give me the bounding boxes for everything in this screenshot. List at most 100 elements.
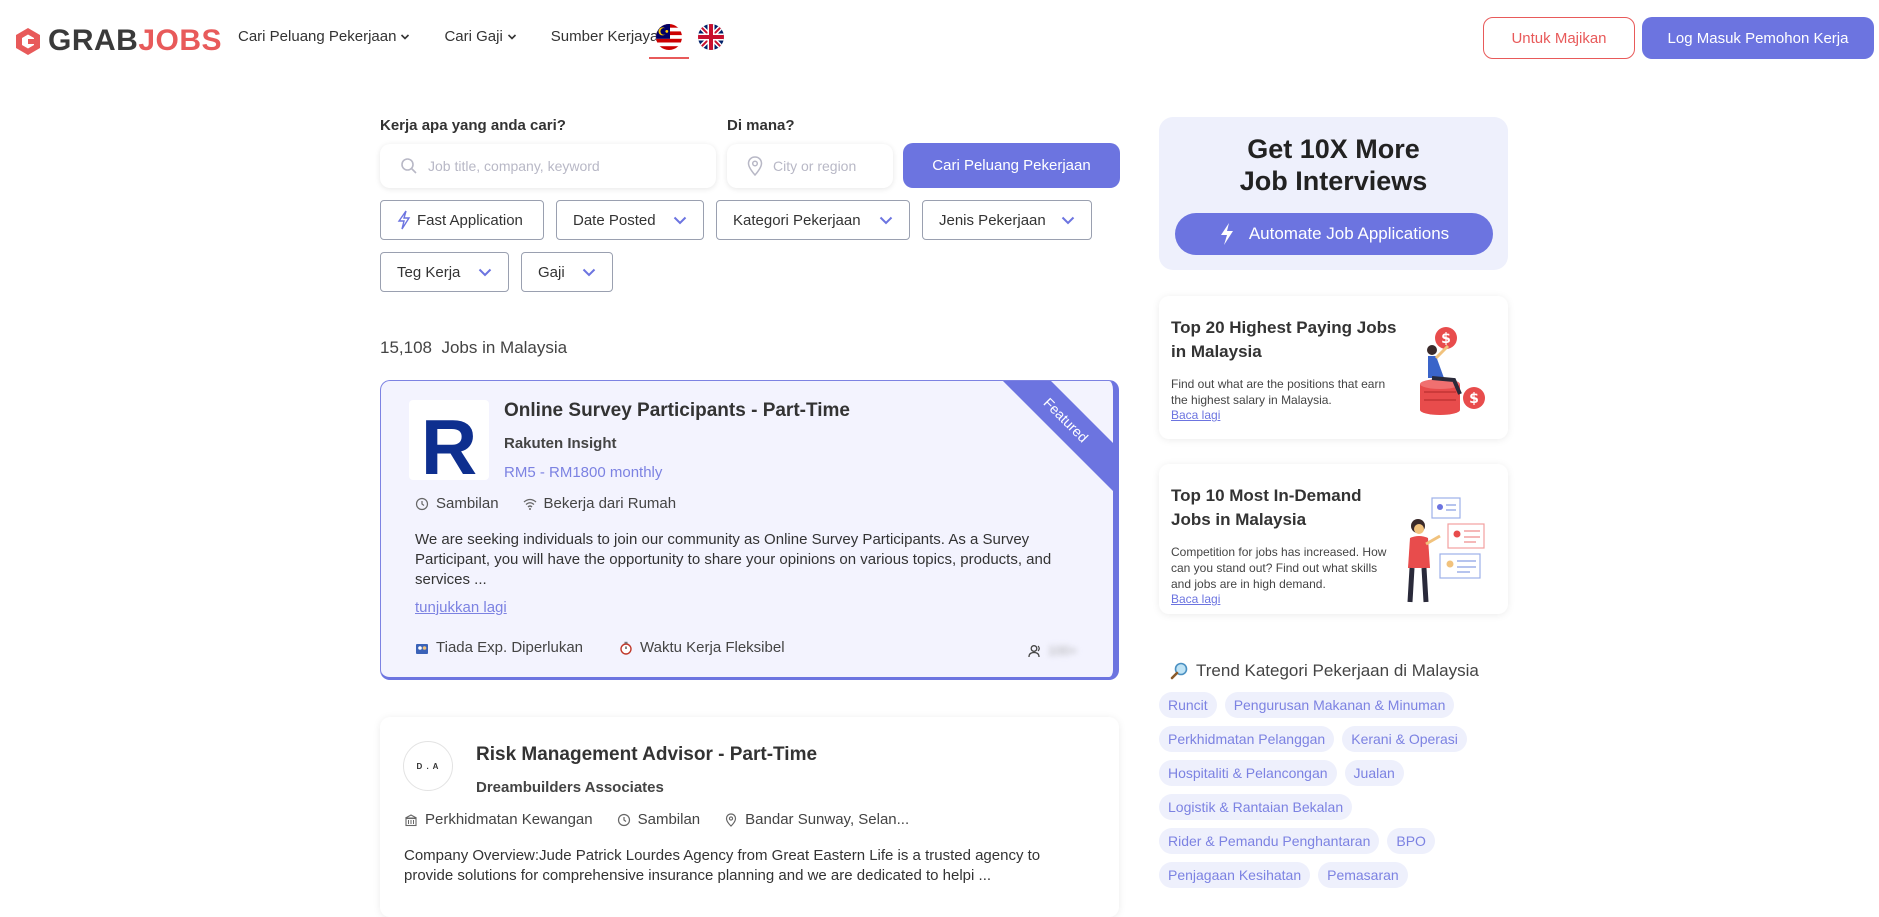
- people-icon: [416, 643, 428, 654]
- job-title[interactable]: Online Survey Participants - Part-Time: [504, 400, 850, 422]
- logo-text-jobs: JOBS: [138, 24, 223, 57]
- read-more-link[interactable]: Baca lagi: [1171, 592, 1220, 606]
- tag-hospitality-tourism[interactable]: Hospitaliti & Pelancongan: [1159, 760, 1337, 786]
- nav-career-resources-label: Sumber Kerjaya: [550, 28, 659, 45]
- tag-clerical-operations[interactable]: Kerani & Operasi: [1342, 726, 1467, 752]
- logo-text-grab: GRAB: [48, 24, 139, 57]
- clock-icon: [415, 497, 429, 510]
- perk-flexible-hours-text: Waktu Kerja Fleksibel: [640, 639, 785, 656]
- company-name[interactable]: Dreambuilders Associates: [476, 779, 664, 796]
- perk-flexible-hours: Waktu Kerja Fleksibel: [619, 639, 785, 656]
- grabjobs-logo-icon: [16, 28, 40, 55]
- malaysia-flag-icon[interactable]: [656, 24, 682, 50]
- user-icon: [1028, 644, 1040, 657]
- article-description: Find out what are the positions that ear…: [1171, 377, 1386, 407]
- location-pin-icon: [747, 156, 763, 176]
- job-title[interactable]: Risk Management Advisor - Part-Time: [476, 744, 817, 766]
- applicant-count-text: 100+: [1048, 643, 1078, 658]
- fast-application-filter[interactable]: Fast Application: [380, 200, 544, 240]
- keyword-search-input[interactable]: Job title, company, keyword: [380, 144, 716, 188]
- tag-logistics-supply-chain[interactable]: Logistik & Rantaian Bekalan: [1159, 794, 1353, 820]
- company-name[interactable]: Rakuten Insight: [504, 435, 617, 452]
- job-type-text: Sambilan: [436, 495, 499, 512]
- automate-promo: Get 10X More Job Interviews Automate Job…: [1159, 117, 1508, 270]
- tag-retail[interactable]: Runcit: [1159, 692, 1217, 718]
- chevron-down-icon: [673, 216, 687, 224]
- results-count-number: 15,108: [380, 338, 432, 357]
- chevron-down-icon: [478, 268, 492, 276]
- company-logo-letter: R: [420, 402, 478, 481]
- trending-categories-title: Trend Kategori Pekerjaan di Malaysia: [1170, 661, 1479, 681]
- job-profiles-illustration-icon: [1407, 497, 1485, 603]
- tag-rider-delivery-driver[interactable]: Rider & Pemandu Penghantaran: [1159, 828, 1380, 854]
- job-type: Sambilan: [415, 495, 499, 512]
- job-perks: Tiada Exp. Diperlukan Waktu Kerja Fleksi…: [415, 639, 785, 656]
- article-title[interactable]: Top 10 Most In-Demand Jobs in Malaysia: [1171, 484, 1401, 532]
- nav-career-resources[interactable]: Sumber Kerjaya: [551, 28, 673, 45]
- job-location: Bandar Sunway, Selan...: [724, 811, 909, 828]
- nav-find-salary[interactable]: Cari Gaji: [444, 28, 516, 45]
- job-tags-filter[interactable]: Teg Kerja: [380, 252, 509, 292]
- automate-applications-label: Automate Job Applications: [1248, 224, 1450, 243]
- language-switcher: [656, 24, 724, 50]
- tag-customer-service[interactable]: Perkhidmatan Pelanggan: [1159, 726, 1335, 752]
- location-search-input[interactable]: City or region: [727, 144, 893, 188]
- clock-icon: [617, 813, 630, 826]
- active-language-indicator: [649, 57, 689, 59]
- fast-application-label: Fast Application: [417, 211, 523, 229]
- salary-filter-label: Gaji: [538, 263, 565, 281]
- chevron-down-icon: [879, 216, 893, 224]
- jobseeker-login-button[interactable]: Log Masuk Pemohon Kerja: [1642, 17, 1874, 59]
- promo-title-line2: Job Interviews: [1239, 166, 1428, 196]
- tag-sales[interactable]: Jualan: [1344, 760, 1404, 786]
- job-salary: RM5 - RM1800 monthly: [504, 464, 663, 481]
- nav-find-salary-label: Cari Gaji: [444, 28, 503, 45]
- money-stack-illustration-icon: $ $: [1420, 327, 1485, 415]
- tag-bpo[interactable]: BPO: [1387, 828, 1435, 854]
- uk-flag-icon[interactable]: [698, 24, 724, 50]
- employer-button[interactable]: Untuk Majikan: [1483, 17, 1635, 59]
- company-logo-rakuten: R: [409, 400, 489, 480]
- tag-marketing[interactable]: Pemasaran: [1318, 862, 1408, 888]
- article-title[interactable]: Top 20 Highest Paying Jobs in Malaysia: [1171, 316, 1401, 364]
- results-count: 15,108 Jobs in Malaysia: [380, 338, 567, 358]
- featured-ribbon: Featured: [993, 381, 1113, 493]
- keyword-placeholder: Job title, company, keyword: [428, 158, 600, 174]
- building-icon: [405, 813, 417, 826]
- tag-healthcare[interactable]: Penjagaan Kesihatan: [1159, 862, 1311, 888]
- tag-food-beverage[interactable]: Pengurusan Makanan & Minuman: [1224, 692, 1455, 718]
- job-category-filter[interactable]: Kategori Pekerjaan: [716, 200, 910, 240]
- article-description: Competition for jobs has increased. How …: [1171, 545, 1387, 591]
- company-logo-dreambuilders: D . A: [403, 741, 453, 791]
- job-meta: Sambilan Bekerja dari Rumah: [415, 495, 676, 512]
- job-card-featured[interactable]: Featured R Online Survey Participants - …: [380, 380, 1119, 680]
- lightning-icon: [397, 210, 411, 230]
- what-label: Kerja apa yang anda cari?: [380, 117, 566, 134]
- read-more-link[interactable]: Baca lagi: [1171, 408, 1220, 422]
- chevron-down-icon: [1061, 216, 1075, 224]
- trending-categories-title-text: Trend Kategori Pekerjaan di Malaysia: [1196, 661, 1479, 680]
- date-posted-filter[interactable]: Date Posted: [556, 200, 704, 240]
- perk-no-experience: Tiada Exp. Diperlukan: [415, 639, 583, 656]
- job-location: Bekerja dari Rumah: [523, 495, 676, 512]
- job-category: Perkhidmatan Kewangan: [404, 811, 593, 828]
- grabjobs-logo[interactable]: GRAB JOBS: [14, 24, 222, 58]
- nav-find-jobs[interactable]: Cari Peluang Pekerjaan: [238, 28, 410, 45]
- job-location-text: Bandar Sunway, Selan...: [745, 811, 910, 828]
- chevron-down-icon: [582, 268, 596, 276]
- search-jobs-button[interactable]: Cari Peluang Pekerjaan: [903, 143, 1120, 188]
- article-card-in-demand[interactable]: Top 10 Most In-Demand Jobs in Malaysia C…: [1159, 464, 1508, 614]
- automate-applications-button[interactable]: Automate Job Applications: [1175, 213, 1493, 255]
- magnifying-glass-icon: [1170, 662, 1188, 680]
- salary-filter[interactable]: Gaji: [521, 252, 613, 292]
- chevron-down-icon: [401, 33, 410, 40]
- main-nav: Cari Peluang Pekerjaan Cari Gaji Sumber …: [238, 28, 672, 45]
- job-type-filter[interactable]: Jenis Pekerjaan: [922, 200, 1092, 240]
- wifi-icon: [523, 498, 536, 510]
- job-card[interactable]: D . A Risk Management Advisor - Part-Tim…: [380, 717, 1119, 917]
- chevron-down-icon: [507, 33, 516, 40]
- nav-find-jobs-label: Cari Peluang Pekerjaan: [238, 28, 397, 45]
- where-label: Di mana?: [727, 117, 795, 134]
- article-card-highest-paying[interactable]: Top 20 Highest Paying Jobs in Malaysia F…: [1159, 296, 1508, 439]
- show-more-link[interactable]: tunjukkan lagi: [415, 599, 507, 616]
